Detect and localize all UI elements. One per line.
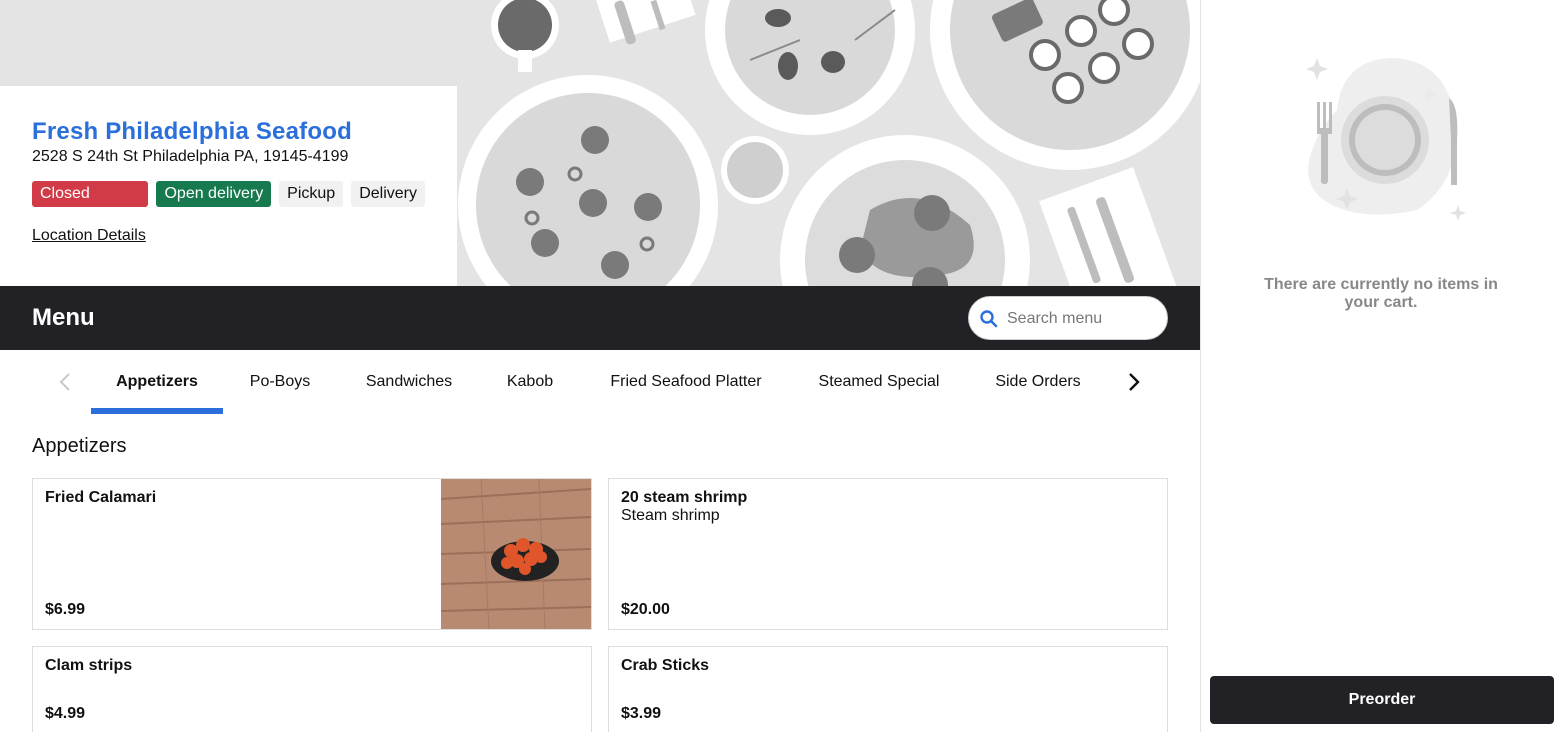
pickup-badge: Pickup bbox=[279, 181, 344, 207]
cart-empty-message: There are currently no items in your car… bbox=[1264, 276, 1498, 311]
menu-item-card[interactable]: Clam strips $4.99 bbox=[32, 646, 592, 732]
menu-item-card[interactable]: Crab Sticks $3.99 bbox=[608, 646, 1168, 732]
search-input[interactable] bbox=[1007, 307, 1157, 331]
restaurant-name: Fresh Philadelphia Seafood bbox=[32, 118, 352, 145]
menu-item-card[interactable]: Fried Calamari $6.99 bbox=[32, 478, 592, 630]
tab-side-orders[interactable]: Side Orders bbox=[983, 350, 1093, 414]
item-price: $3.99 bbox=[621, 705, 662, 722]
closed-pickup-badge: Closed pickup bbox=[32, 181, 149, 228]
item-price: $4.99 bbox=[45, 705, 86, 722]
empty-plate-icon bbox=[1306, 58, 1466, 221]
main-column: Fresh Philadelphia Seafood 2528 S 24th S… bbox=[0, 0, 1200, 732]
location-details-link[interactable]: Location Details bbox=[32, 227, 146, 245]
menu-item-card[interactable]: 20 steam shrimp Steam shrimp $20.00 bbox=[608, 478, 1168, 630]
item-name: 20 steam shrimp bbox=[621, 489, 748, 506]
section-heading: Appetizers bbox=[32, 435, 127, 457]
search-icon bbox=[980, 310, 998, 328]
tab-steamed-special[interactable]: Steamed Special bbox=[805, 350, 953, 414]
app-root: Fresh Philadelphia Seafood 2528 S 24th S… bbox=[0, 0, 1560, 732]
item-name: Fried Calamari bbox=[45, 489, 157, 506]
open-delivery-badge: Open delivery bbox=[156, 181, 272, 207]
tab-fried-seafood-platter[interactable]: Fried Seafood Platter bbox=[596, 350, 776, 414]
restaurant-address: 2528 S 24th St Philadelphia PA, 19145-41… bbox=[32, 148, 349, 165]
restaurant-info-card: Fresh Philadelphia Seafood 2528 S 24th S… bbox=[0, 86, 457, 286]
item-name: Clam strips bbox=[45, 657, 133, 674]
item-price: $20.00 bbox=[621, 601, 670, 618]
tab-kabob[interactable]: Kabob bbox=[494, 350, 566, 414]
tab-appetizers[interactable]: Appetizers bbox=[91, 350, 223, 414]
hero-banner: Fresh Philadelphia Seafood 2528 S 24th S… bbox=[0, 0, 1200, 286]
preorder-button[interactable]: Preorder bbox=[1210, 676, 1554, 724]
menu-title: Menu bbox=[32, 304, 95, 331]
tab-sandwiches[interactable]: Sandwiches bbox=[352, 350, 466, 414]
menu-header-bar: Menu bbox=[0, 286, 1200, 350]
item-description: Steam shrimp bbox=[621, 507, 720, 524]
search-box[interactable] bbox=[968, 296, 1168, 340]
status-badges: Closed pickup Open delivery Pickup Deliv… bbox=[32, 181, 425, 228]
category-tabs: Appetizers Po-Boys Sandwiches Kabob Frie… bbox=[0, 350, 1200, 414]
chevron-right-icon[interactable] bbox=[1122, 370, 1146, 394]
item-price: $6.99 bbox=[45, 601, 86, 618]
chevron-left-icon[interactable] bbox=[54, 370, 78, 394]
cart-panel: There are currently no items in your car… bbox=[1200, 0, 1560, 732]
tab-po-boys[interactable]: Po-Boys bbox=[236, 350, 324, 414]
delivery-badge: Delivery bbox=[351, 181, 425, 207]
item-name: Crab Sticks bbox=[621, 657, 710, 674]
item-photo bbox=[441, 479, 591, 629]
